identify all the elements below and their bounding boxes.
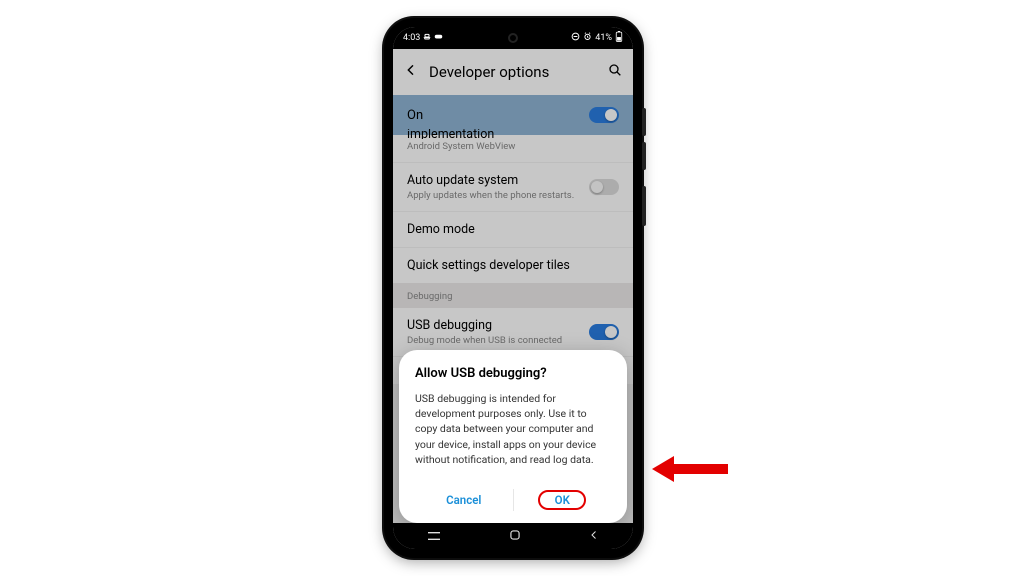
home-icon[interactable] [508,527,522,546]
dialog-button-row: Cancel OK [415,485,611,515]
power-button [642,186,646,226]
usb-debugging-dialog: Allow USB debugging? USB debugging is in… [399,350,627,523]
annotation-arrow-icon [650,454,730,484]
battery-percent: 41% [595,33,612,43]
phone-screen: 4:03 41% [393,27,633,549]
controller-icon [434,33,443,44]
recents-icon[interactable] [426,527,442,546]
notification-icon [423,33,431,44]
volume-down-button [642,142,646,170]
dialog-body: USB debugging is intended for developmen… [415,391,611,467]
phone-frame: 4:03 41% [384,18,642,558]
cancel-button[interactable]: Cancel [415,485,513,515]
battery-icon [615,31,623,45]
navigation-bar [393,523,633,549]
selfie-camera [508,33,518,43]
dnd-icon [571,32,580,44]
dialog-title: Allow USB debugging? [415,366,611,381]
status-time: 4:03 [403,33,420,43]
volume-up-button [642,108,646,136]
alarm-icon [583,32,592,44]
back-nav-icon[interactable] [588,527,600,546]
ok-button[interactable]: OK [514,485,612,515]
